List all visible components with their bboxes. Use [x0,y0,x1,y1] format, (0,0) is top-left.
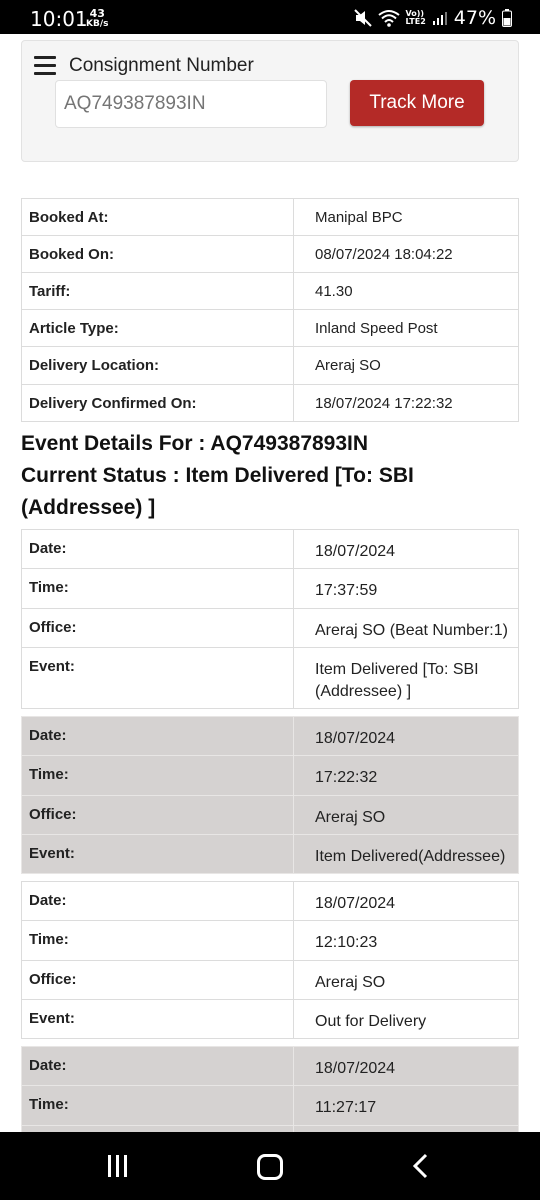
event-table: Date: 18/07/2024 Time: 12:10:23 Office: … [21,881,519,1039]
table-row: Event: Item Delivered(Addressee) [21,834,519,874]
status-icons: Vo)) LTE2 47% [353,7,512,29]
volte-line2: LTE2 [405,17,426,26]
date-label: Date: [21,716,294,756]
status-bar: 10:01 43 KB/s Vo)) LTE2 47% [0,0,540,34]
event-table: Date: 18/07/2024 Time: 17:22:32 Office: … [21,716,519,874]
tariff-label: Tariff: [21,272,294,310]
table-row: Date: 18/07/2024 [21,716,519,756]
current-status-line1: Current Status : Item Delivered [To: SBI [21,464,414,487]
table-row: Date: 18/07/2024 [21,881,519,921]
recents-icon[interactable] [108,1155,132,1177]
system-nav-bar [0,1132,540,1200]
time-value: 12:10:23 [293,920,519,961]
time-value: 17:22:32 [293,755,519,796]
date-value: 18/07/2024 [293,1046,519,1086]
office-label: Office: [21,795,294,835]
event-label: Event: [21,647,294,709]
event-value: Item Delivered(Addressee) [293,834,519,874]
table-row: Office: Areraj SO (Beat Number:1) [21,608,519,648]
event-value-line2: (Addressee) ] [315,683,412,700]
event-label: Event: [21,999,294,1039]
wifi-icon [377,10,400,27]
date-label: Date: [21,1046,294,1086]
office-value: Areraj SO (Beat Number:1) [293,608,519,648]
back-chevron-icon[interactable] [412,1153,428,1179]
date-value: 18/07/2024 [293,881,519,921]
battery-icon [502,9,512,27]
current-status-line2: (Addressee) ] [21,496,156,519]
table-row: Booked At: Manipal BPC [21,198,519,236]
table-row: Date: 18/07/2024 [21,529,519,569]
event-value-line1: Item Delivered [To: SBI [315,661,479,678]
table-row: Delivery Location: Areraj SO [21,346,519,385]
date-label: Date: [21,881,294,921]
network-speed: 43 KB/s [86,8,109,29]
article-type-value: Inland Speed Post [293,309,519,347]
booked-at-label: Booked At: [21,198,294,236]
date-label: Date: [21,529,294,569]
booked-at-value: Manipal BPC [293,198,519,236]
time-value: 17:37:59 [293,568,519,609]
booked-on-value: 08/07/2024 18:04:22 [293,235,519,273]
mute-icon [353,9,372,27]
track-more-button[interactable]: Track More [350,80,484,126]
table-row: Time: 17:37:59 [21,568,519,609]
table-row: Time: 12:10:23 [21,920,519,961]
signal-icon [432,12,447,25]
time-label: Time: [21,755,294,796]
time-label: Time: [21,920,294,961]
office-value: Areraj SO [293,960,519,1000]
consignment-label: Consignment Number [69,55,254,76]
event-label: Event: [21,834,294,874]
time-value: 11:27:17 [293,1085,519,1126]
date-value: 18/07/2024 [293,529,519,569]
table-row: Time: 11:27:17 [21,1085,519,1126]
event-table: Date: 18/07/2024 Time: 17:37:59 Office: … [21,529,519,709]
table-row: Delivery Confirmed On: 18/07/2024 17:22:… [21,384,519,422]
date-value: 18/07/2024 [293,716,519,756]
booking-details-table: Booked At: Manipal BPC Booked On: 08/07/… [21,198,519,422]
tariff-value: 41.30 [293,272,519,310]
table-row: Office: Areraj SO [21,795,519,835]
delivery-confirmed-value: 18/07/2024 17:22:32 [293,384,519,422]
office-label: Office: [21,608,294,648]
article-type-label: Article Type: [21,309,294,347]
event-heading: Event Details For : AQ749387893IN Curren… [21,428,521,524]
booked-on-label: Booked On: [21,235,294,273]
time-label: Time: [21,568,294,609]
event-value: Item Delivered [To: SBI (Addressee) ] [293,647,519,709]
table-row: Office: Areraj SO [21,960,519,1000]
table-row: Event: Item Delivered [To: SBI (Addresse… [21,647,519,709]
volte-indicator: Vo)) LTE2 [406,10,426,26]
status-time: 10:01 [30,7,88,31]
table-row: Date: 18/07/2024 [21,1046,519,1086]
delivery-location-label: Delivery Location: [21,346,294,385]
consignment-input[interactable] [55,80,327,128]
hamburger-menu-icon[interactable] [34,56,56,76]
office-value: Areraj SO [293,795,519,835]
table-row: Article Type: Inland Speed Post [21,309,519,347]
table-row: Tariff: 41.30 [21,272,519,310]
office-label: Office: [21,960,294,1000]
battery-percent: 47% [453,7,496,29]
table-row: Time: 17:22:32 [21,755,519,796]
network-speed-unit: KB/s [86,19,109,29]
table-row: Event: Out for Delivery [21,999,519,1039]
table-row: Booked On: 08/07/2024 18:04:22 [21,235,519,273]
time-label: Time: [21,1085,294,1126]
home-icon[interactable] [257,1154,283,1180]
delivery-location-value: Areraj SO [293,346,519,385]
event-details-title: Event Details For : AQ749387893IN [21,432,369,455]
event-value: Out for Delivery [293,999,519,1039]
delivery-confirmed-label: Delivery Confirmed On: [21,384,294,422]
